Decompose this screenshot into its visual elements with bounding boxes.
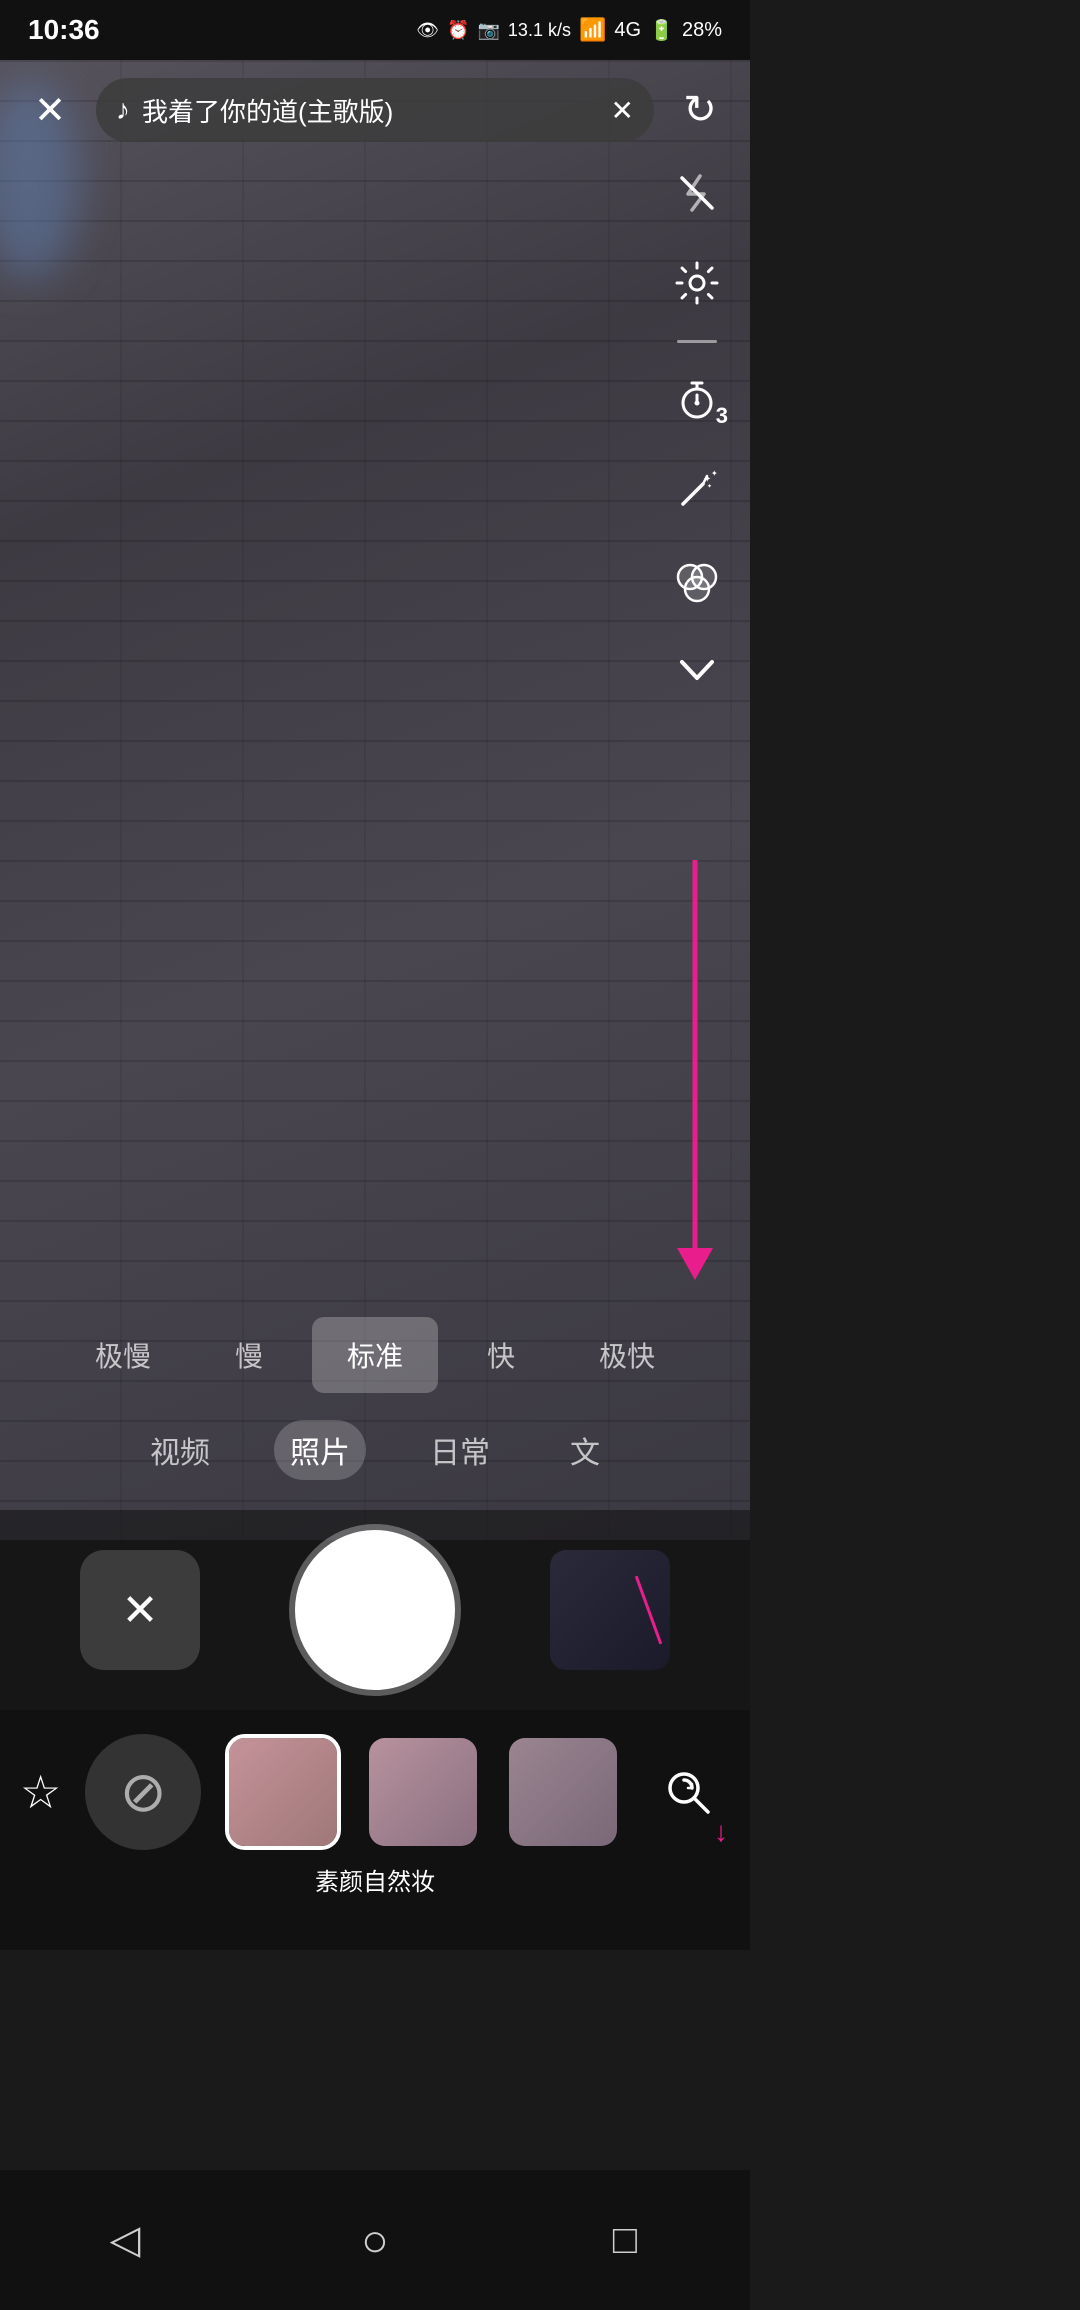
filter-item-2[interactable] [365, 1734, 481, 1850]
right-controls: 3 ✦ ✦ ✦ [664, 160, 730, 703]
speed-item-slow[interactable]: 慢 [186, 1317, 312, 1393]
music-pill[interactable]: ♪ 我着了你的道(主歌版) ✕ [96, 78, 654, 142]
mode-daily[interactable]: 日常 [414, 1420, 506, 1480]
bottom-controls: ✕ [0, 1510, 750, 1710]
filter-face-image-1 [229, 1738, 337, 1846]
cellular-icon: 4G [614, 19, 641, 42]
timer-icon [676, 379, 718, 421]
magic-wand-button[interactable]: ✦ ✦ ✦ [664, 457, 730, 523]
eye-icon: 👁 [416, 20, 439, 41]
magic-wand-icon: ✦ ✦ ✦ [675, 468, 719, 512]
home-button[interactable]: ○ [335, 2200, 415, 2280]
back-button[interactable]: ◁ [85, 2200, 165, 2280]
divider [677, 340, 717, 343]
camera-texture [0, 0, 750, 1540]
timer-button[interactable]: 3 [664, 367, 730, 433]
refresh-icon: ↻ [683, 87, 717, 133]
refresh-button[interactable]: ↻ [670, 80, 730, 140]
filter-face-image-2 [369, 1738, 477, 1846]
gallery-thumb-inner [550, 1550, 670, 1670]
speed-item-standard[interactable]: 标准 [312, 1317, 438, 1393]
filter-thumb-3 [505, 1734, 621, 1850]
beauty-button[interactable] [664, 547, 730, 613]
timer-badge: 3 [716, 403, 728, 429]
close-icon: ✕ [34, 88, 66, 133]
camera-viewfinder [0, 0, 750, 1540]
filter-label-area: 素颜自然妆 [315, 1862, 435, 1897]
cancel-icon: ✕ [122, 1585, 159, 1636]
chevron-down-icon [678, 656, 716, 684]
battery-icon: 🔋 [649, 18, 674, 43]
beauty-icon [672, 557, 722, 603]
search-refresh-icon [662, 1766, 714, 1818]
mode-selector: 视频 照片 日常 文 [0, 1410, 750, 1490]
filter-label: 素颜自然妆 [315, 1869, 435, 1896]
speed-item-very-slow[interactable]: 极慢 [60, 1317, 186, 1393]
alarm-icon: ⏰ [447, 20, 469, 41]
mode-video[interactable]: 视频 [134, 1420, 226, 1480]
back-icon: ◁ [110, 2217, 141, 2263]
recent-apps-button[interactable]: □ [585, 2200, 665, 2280]
wifi-icon: 📶 [579, 17, 606, 43]
thumb-line [635, 1576, 662, 1645]
pink-arrow-indicator [692, 860, 698, 1280]
speed-selector: 极慢 慢 标准 快 极快 [0, 1310, 750, 1400]
music-close-button[interactable]: ✕ [611, 94, 634, 127]
arrow-down-badge: ↓ [714, 1816, 728, 1848]
arrow-line [693, 860, 698, 1250]
close-camera-button[interactable]: ✕ [20, 80, 80, 140]
filter-face-image-3 [509, 1738, 617, 1846]
more-options-button[interactable] [664, 637, 730, 703]
filter-item-3[interactable] [505, 1734, 621, 1850]
star-icon: ☆ [20, 1765, 61, 1819]
settings-button[interactable] [664, 250, 730, 316]
flash-button[interactable] [664, 160, 730, 226]
arrow-head [677, 1248, 713, 1280]
ban-icon-wrapper: ⊘ [85, 1734, 201, 1850]
status-bar: 10:36 👁 ⏰ 📷 13.1 k/s 📶 4G 🔋 28% [0, 0, 750, 60]
home-icon: ○ [361, 2213, 389, 2267]
camera-status-icon: 📷 [478, 20, 500, 41]
mode-text[interactable]: 文 [554, 1420, 616, 1480]
flash-off-icon [676, 172, 718, 214]
status-icons: 👁 ⏰ 📷 13.1 k/s 📶 4G 🔋 28% [416, 17, 722, 43]
beauty-filters: ☆ ⊘ [0, 1710, 750, 1850]
shutter-button[interactable] [295, 1530, 455, 1690]
gear-icon [675, 261, 719, 305]
music-icon: ♪ [116, 94, 130, 126]
battery-percent: 28% [682, 19, 722, 42]
svg-text:✦: ✦ [707, 483, 712, 490]
ban-icon: ⊘ [120, 1759, 167, 1825]
recent-apps-icon: □ [613, 2218, 637, 2263]
filter-thumb-1 [225, 1734, 341, 1850]
speed-item-fast[interactable]: 快 [438, 1317, 564, 1393]
mode-photo[interactable]: 照片 [274, 1420, 366, 1480]
filter-thumb-2 [365, 1734, 481, 1850]
favorite-filter-button[interactable]: ☆ [20, 1765, 61, 1819]
status-time: 10:36 [28, 14, 100, 46]
nav-bar: ◁ ○ □ [0, 2170, 750, 2310]
no-filter-button[interactable]: ⊘ [85, 1734, 201, 1850]
gallery-thumbnail[interactable] [550, 1550, 670, 1670]
search-filter-button[interactable]: ↓ [645, 1734, 730, 1850]
data-speed: 13.1 k/s [508, 20, 571, 41]
svg-text:✦: ✦ [711, 469, 718, 478]
top-bar: ✕ ♪ 我着了你的道(主歌版) ✕ ↻ [0, 60, 750, 160]
beauty-bar: ☆ ⊘ [0, 1710, 750, 1950]
speed-item-very-fast[interactable]: 极快 [564, 1317, 690, 1393]
music-title: 我着了你的道(主歌版) [142, 92, 599, 129]
filter-item-1[interactable] [225, 1734, 341, 1850]
cancel-button[interactable]: ✕ [80, 1550, 200, 1670]
